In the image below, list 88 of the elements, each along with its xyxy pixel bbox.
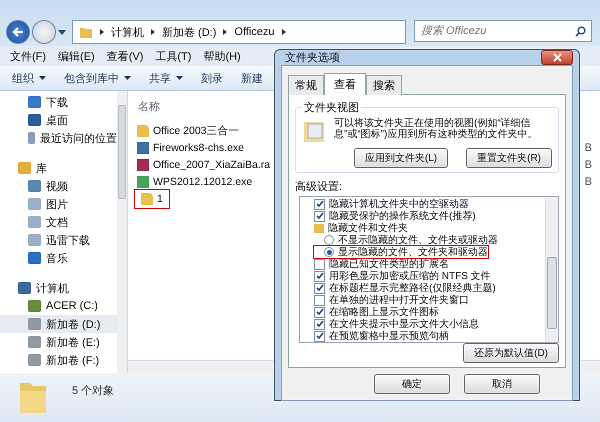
toolbar-button[interactable]: 组织	[10, 68, 48, 88]
nav-item[interactable]: 新加卷 (D:)	[0, 315, 117, 333]
nav-item[interactable]: 文档	[0, 213, 117, 231]
toolbar-button[interactable]: 新建	[239, 68, 265, 88]
chevron-icon[interactable]	[223, 29, 228, 35]
file-item[interactable]: Fireworks8-chs.exe	[134, 140, 248, 156]
file-item[interactable]: 1	[138, 190, 166, 206]
checkbox[interactable]	[314, 294, 325, 306]
file-size: B	[584, 158, 592, 170]
menu-item[interactable]: 工具(T)	[155, 48, 192, 64]
restore-defaults-button[interactable]: 还原为默认值(D)	[463, 343, 559, 363]
description-text: 可以将该文件夹正在使用的视图(例如“详细信息”或“图标”)应用到所有这种类型的文件夹中。	[334, 118, 538, 140]
menu-item[interactable]: 编辑(E)	[58, 48, 95, 64]
checkbox-option[interactable]: 隐藏已知文件类型的扩展名	[314, 258, 449, 270]
file-size: B	[584, 176, 592, 188]
nav-item[interactable]: 桌面	[0, 111, 117, 129]
checkbox[interactable]	[314, 306, 325, 318]
checkbox[interactable]	[314, 282, 325, 294]
file-item[interactable]: WPS2012.12012.exe	[134, 174, 256, 190]
nav-item[interactable]: ACER (C:)	[0, 297, 117, 315]
breadcrumb-item[interactable]: 计算机	[111, 24, 144, 40]
radio-button[interactable]	[324, 235, 334, 245]
chevron-icon[interactable]	[100, 29, 104, 35]
section-label: 高级设置:	[295, 180, 344, 194]
checkbox-option[interactable]: 在单独的进程中打开文件夹窗口	[314, 294, 469, 306]
dialog-button[interactable]: 应用到文件夹(L)	[354, 148, 448, 168]
checkbox-option[interactable]: 隐藏受保护的操作系统文件(推荐)	[314, 210, 476, 222]
checkbox-option[interactable]: 用彩色显示加密或压缩的 NTFS 文件	[314, 270, 491, 282]
status-text: 5 个对象	[72, 384, 114, 398]
menu-item[interactable]: 查看(V)	[106, 48, 144, 64]
nav-item[interactable]: 下载	[0, 93, 117, 111]
search-field[interactable]: 搜索 Officezu	[414, 20, 592, 42]
nav-item[interactable]: 音乐	[0, 249, 117, 267]
dialog-title: 文件夹选项	[285, 50, 340, 65]
nav-item[interactable]: 库	[0, 159, 117, 177]
scrollbar[interactable]	[545, 197, 558, 342]
group-label: 文件夹视图	[302, 100, 361, 115]
caret-icon[interactable]	[58, 30, 66, 35]
nav-item[interactable]: 图片	[0, 195, 117, 213]
radio-option[interactable]: 不显示隐藏的文件、文件夹或驱动器	[314, 234, 498, 246]
close-icon	[552, 53, 562, 62]
nav-item[interactable]: 计算机	[0, 279, 117, 297]
forward-button[interactable]	[32, 20, 56, 44]
breadcrumb-item[interactable]: Officezu	[234, 26, 275, 38]
tab[interactable]: 搜索	[366, 75, 402, 95]
search-icon[interactable]	[575, 26, 586, 37]
nav-item[interactable]: 迅雷下载	[0, 231, 117, 249]
folder-icon	[79, 25, 93, 39]
nav-item[interactable]: 视频	[0, 177, 117, 195]
nav-item[interactable]: 最近访问的位置	[0, 129, 117, 147]
file-size: B	[584, 142, 592, 154]
chevron-icon[interactable]	[282, 29, 286, 35]
tab[interactable]: 常规	[288, 75, 324, 95]
checkbox[interactable]	[314, 270, 325, 282]
checkbox-option[interactable]: 隐藏计算机文件夹中的空驱动器	[314, 198, 469, 210]
checkbox[interactable]	[314, 330, 325, 342]
menu-item[interactable]: 文件(F)	[10, 48, 46, 64]
breadcrumb-item[interactable]: 新加卷 (D:)	[162, 24, 216, 40]
dialog-button[interactable]: 确定	[374, 374, 450, 394]
radio-button[interactable]	[324, 247, 334, 257]
left-arrow-icon	[11, 25, 25, 39]
close-button[interactable]	[541, 50, 573, 65]
radio-option[interactable]: 显示隐藏的文件、文件夹和驱动器	[314, 246, 488, 258]
nav-item[interactable]: 新加卷 (F:)	[0, 351, 117, 369]
checkbox-option[interactable]: 在标题栏显示完整路径(仅限经典主题)	[314, 282, 496, 294]
checkbox-option[interactable]: 在缩略图上显示文件图标	[314, 306, 439, 318]
checkbox[interactable]	[314, 258, 325, 270]
dialog-button[interactable]: 重置文件夹(R)	[466, 148, 552, 168]
checkbox[interactable]	[314, 198, 325, 210]
checkbox-option[interactable]: 在预览窗格中显示预览句柄	[314, 330, 449, 342]
file-item[interactable]: Office_2007_XiaZaiBa.ra	[134, 156, 274, 172]
checkbox-option[interactable]: 在文件夹提示中显示文件大小信息	[314, 318, 479, 330]
toolbar-button[interactable]: 包含到库中	[62, 68, 133, 88]
dialog-button[interactable]: 取消	[464, 374, 540, 394]
address-bar[interactable]: 计算机 新加卷 (D:) Officezu	[72, 20, 406, 44]
column-header[interactable]: 名称	[134, 91, 160, 122]
scrollbar[interactable]	[117, 91, 127, 373]
checkbox[interactable]	[314, 210, 325, 222]
nav-item[interactable]: 新加卷 (E:)	[0, 333, 117, 351]
back-button[interactable]	[6, 20, 30, 44]
chevron-icon[interactable]	[151, 29, 155, 35]
toolbar-button[interactable]: 共享	[147, 68, 185, 88]
option-group-label: 隐藏文件和文件夹	[314, 222, 408, 234]
tab[interactable]: 查看	[324, 73, 366, 95]
checkbox[interactable]	[314, 318, 325, 330]
file-item[interactable]: Office 2003三合一	[134, 122, 243, 138]
toolbar-button[interactable]: 刻录	[199, 68, 225, 88]
menu-item[interactable]: 帮助(H)	[203, 48, 241, 64]
